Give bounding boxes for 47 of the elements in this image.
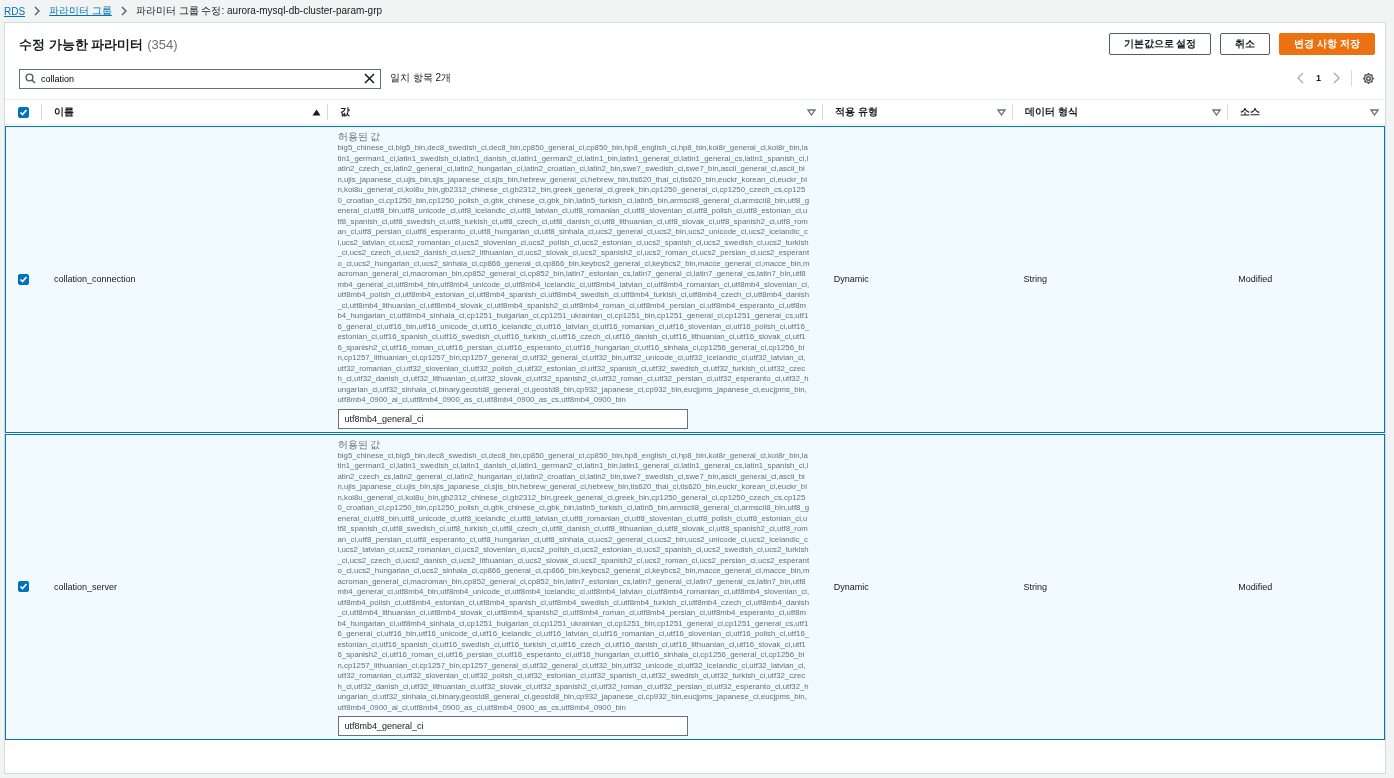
row-checkbox[interactable] [18, 581, 30, 593]
clear-icon[interactable] [364, 73, 375, 84]
column-header[interactable]: 이름 [41, 104, 327, 120]
match-count: 일치 항목 2개 [390, 71, 452, 85]
parameter-name: collation_connection [53, 274, 136, 285]
column-header[interactable]: 적용 유형 [822, 104, 1012, 120]
sort-icon[interactable] [807, 108, 816, 116]
search-field[interactable]: collation [19, 69, 381, 89]
parameter-count: (354) [147, 36, 178, 52]
row-checkbox[interactable] [18, 273, 30, 285]
data-type: String [1023, 581, 1048, 592]
select-all-checkbox[interactable] [17, 106, 29, 118]
sort-icon[interactable] [1370, 108, 1379, 116]
column-title: 소스 [1240, 105, 1260, 119]
column-header[interactable]: 데이터 형식 [1012, 104, 1227, 120]
search-icon [25, 73, 36, 84]
table-row[interactable] [5, 126, 1385, 433]
parameter-name: collation_server [53, 581, 117, 592]
action-button[interactable]: 기본값으로 설정 [1108, 33, 1212, 55]
column-title: 데이터 형식 [1025, 105, 1078, 119]
breadcrumb-link[interactable]: RDS [4, 5, 26, 17]
column-header[interactable]: 소스 [1227, 104, 1385, 120]
column-title: 값 [340, 105, 350, 119]
apply-type: Dynamic [833, 581, 869, 592]
apply-type: Dynamic [833, 274, 869, 285]
breadcrumb-current: 파라미터 그룹 수정: aurora-mysql-db-cluster-param-grp [135, 4, 383, 18]
source: Modified [1238, 274, 1273, 285]
sort-icon[interactable] [997, 108, 1006, 116]
value-field[interactable]: utf8mb4_general_ci [337, 408, 688, 429]
value-field[interactable]: utf8mb4_general_ci [337, 716, 688, 736]
allowed-values-label: 허용된 값 [337, 131, 382, 143]
source: Modified [1238, 581, 1273, 592]
breadcrumb-link[interactable]: 파라미터 그룹 [49, 4, 112, 18]
chevron-right-icon [119, 6, 128, 16]
column-title: 적용 유형 [835, 105, 878, 119]
chevron-right-icon [33, 6, 42, 16]
settings-icon[interactable] [1362, 71, 1375, 85]
column-title: 이름 [54, 105, 74, 119]
data-type: String [1023, 274, 1048, 285]
table-row[interactable] [5, 433, 1385, 740]
allowed-values-label: 허용된 값 [337, 438, 382, 451]
sort-icon[interactable] [1212, 108, 1221, 116]
action-button[interactable]: 취소 [1220, 33, 1271, 55]
panel-title: 수정 가능한 파라미터 [19, 36, 144, 52]
sort-ascending-icon[interactable] [312, 108, 321, 116]
page-number[interactable]: 1 [1316, 73, 1321, 83]
column-header[interactable]: 값 [327, 104, 822, 120]
